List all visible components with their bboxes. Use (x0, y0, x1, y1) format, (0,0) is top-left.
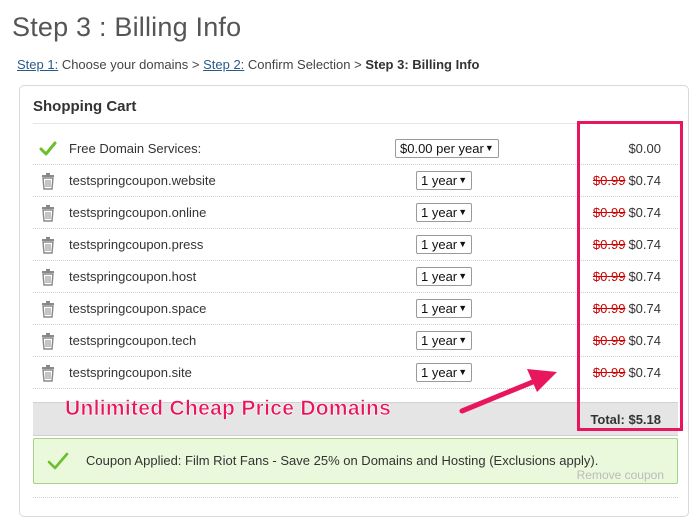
breadcrumb-current: Step 3: Billing Info (365, 57, 480, 72)
coupon-text: Coupon Applied: Film Riot Fans - Save 25… (86, 453, 599, 468)
item-name: testspringcoupon.website (69, 173, 216, 188)
term-select[interactable]: 1 year ▼ (416, 203, 473, 222)
term-select[interactable]: 1 year ▼ (416, 331, 473, 350)
term-select-value: 1 year (421, 333, 458, 348)
trash-icon[interactable] (39, 364, 57, 382)
chevron-down-icon: ▼ (458, 335, 468, 345)
coupon-applied-banner: Coupon Applied: Film Riot Fans - Save 25… (33, 438, 678, 484)
cart-title: Shopping Cart (33, 98, 137, 115)
check-icon (39, 140, 57, 158)
annotation-text: Unlimited Cheap Price Domains (65, 397, 392, 421)
term-select-value: 1 year (421, 269, 458, 284)
page-title: Step 3 : Billing Info (12, 12, 242, 42)
term-select-value: $0.00 per year (400, 141, 484, 156)
trash-icon[interactable] (39, 268, 57, 286)
item-name: testspringcoupon.tech (69, 333, 197, 348)
annotation-highlight-box (577, 121, 683, 431)
chevron-down-icon: ▼ (458, 303, 468, 313)
breadcrumb: Step 1: Choose your domains > Step 2: Co… (17, 57, 479, 72)
trash-icon[interactable] (39, 332, 57, 350)
term-select[interactable]: 1 year ▼ (416, 235, 473, 254)
item-name: testspringcoupon.site (69, 365, 192, 380)
trash-icon[interactable] (39, 172, 57, 190)
breadcrumb-step1-text: Choose your domains > (58, 57, 204, 72)
cart-divider (33, 497, 678, 498)
term-select[interactable]: 1 year ▼ (416, 299, 473, 318)
term-select[interactable]: 1 year ▼ (416, 363, 473, 382)
trash-icon[interactable] (39, 236, 57, 254)
term-select[interactable]: 1 year ▼ (416, 171, 473, 190)
chevron-down-icon: ▼ (458, 271, 468, 281)
term-select-value: 1 year (421, 173, 458, 188)
chevron-down-icon: ▼ (458, 239, 468, 249)
term-select-value: 1 year (421, 365, 458, 380)
item-name: testspringcoupon.press (69, 237, 204, 252)
remove-coupon-link[interactable]: Remove coupon (577, 468, 664, 482)
item-name: testspringcoupon.host (69, 269, 197, 284)
chevron-down-icon: ▼ (484, 143, 494, 153)
item-name: testspringcoupon.space (69, 301, 207, 316)
chevron-down-icon: ▼ (458, 367, 468, 377)
trash-icon[interactable] (39, 204, 57, 222)
breadcrumb-step1-link[interactable]: Step 1: (17, 57, 58, 72)
chevron-down-icon: ▼ (458, 175, 468, 185)
term-select-value: 1 year (421, 237, 458, 252)
item-name: Free Domain Services: (69, 141, 202, 156)
item-name: testspringcoupon.online (69, 205, 207, 220)
term-select[interactable]: $0.00 per year ▼ (395, 139, 499, 158)
breadcrumb-step2-text: Confirm Selection > (244, 57, 366, 72)
check-icon (47, 451, 69, 471)
term-select-value: 1 year (421, 301, 458, 316)
term-select[interactable]: 1 year ▼ (416, 267, 473, 286)
term-select-value: 1 year (421, 205, 458, 220)
chevron-down-icon: ▼ (458, 207, 468, 217)
breadcrumb-step2-link[interactable]: Step 2: (203, 57, 244, 72)
trash-icon[interactable] (39, 300, 57, 318)
